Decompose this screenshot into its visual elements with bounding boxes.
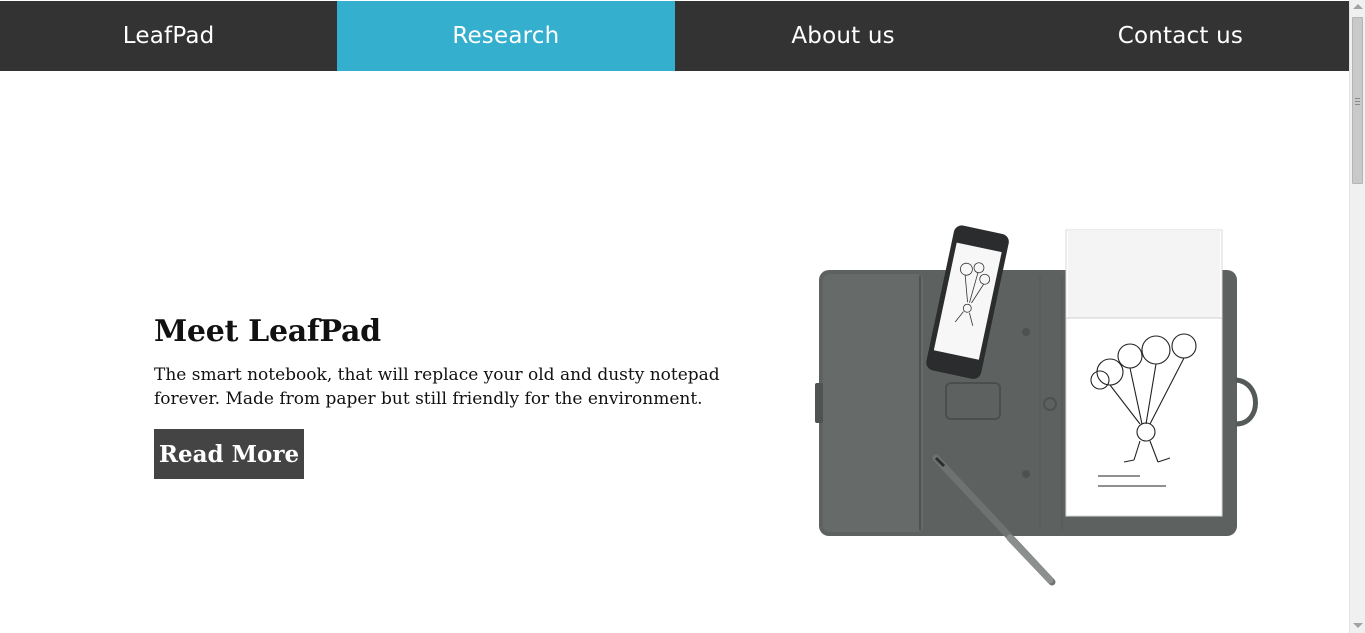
grip-line [1355, 98, 1360, 99]
read-more-button[interactable]: Read More [154, 429, 304, 479]
nav-item-leafpad[interactable]: LeafPad [0, 1, 337, 71]
hero-title: Meet LeafPad [154, 314, 381, 349]
hero-text: Meet LeafPad The smart notebook, that wi… [154, 314, 754, 411]
scroll-up-arrow-icon[interactable] [1353, 4, 1363, 9]
nav-item-contact-us[interactable]: Contact us [1012, 1, 1349, 71]
smart-notebook-product-image [815, 225, 1258, 586]
hero-description: The smart notebook, that will replace yo… [154, 365, 720, 409]
scroll-down-arrow-icon[interactable] [1353, 623, 1363, 628]
grip-line [1355, 101, 1360, 102]
nav-item-about-us[interactable]: About us [675, 1, 1012, 71]
vertical-scrollbar[interactable] [1349, 0, 1365, 633]
main-nav: LeafPad Research About us Contact us [0, 1, 1349, 71]
nav-item-research[interactable]: Research [337, 1, 675, 71]
scroll-thumb[interactable] [1352, 17, 1363, 184]
grip-line [1355, 104, 1360, 105]
